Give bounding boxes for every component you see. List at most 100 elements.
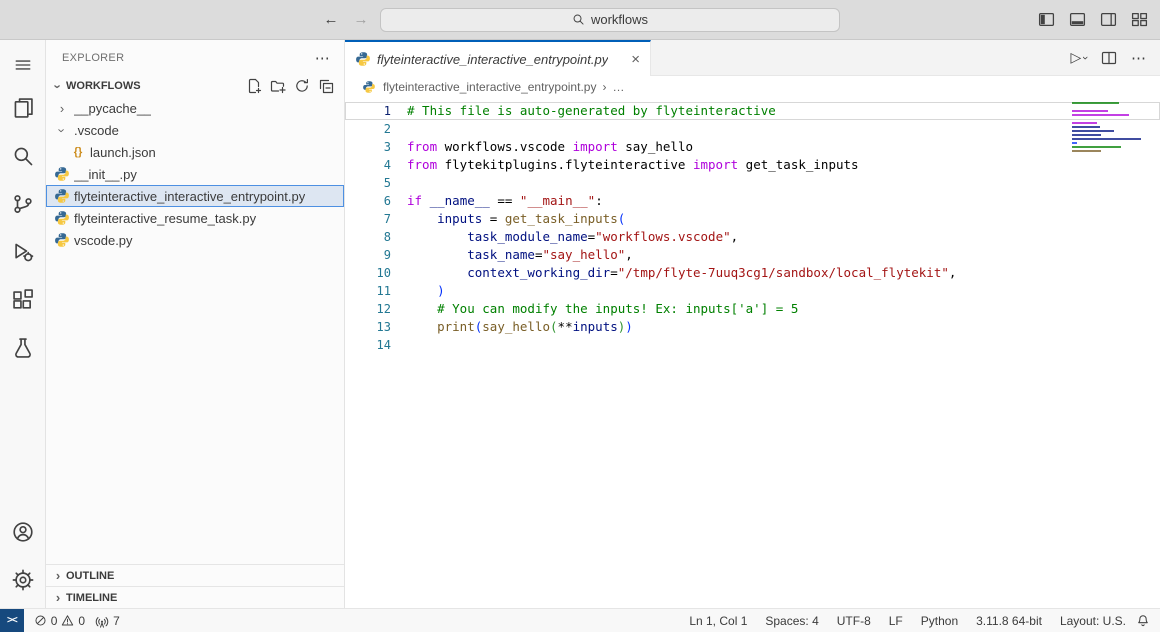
tree-item-label: launch.json xyxy=(90,145,156,160)
tree-item-label: flyteinteractive_interactive_entrypoint.… xyxy=(74,189,305,204)
chevron-right-icon: › xyxy=(60,101,64,116)
line-number: 1 xyxy=(345,102,391,120)
breadcrumb-more[interactable]: … xyxy=(612,80,624,94)
extensions-activity-button[interactable] xyxy=(0,276,46,324)
indentation-indicator[interactable]: Spaces: 4 xyxy=(765,614,818,628)
tree-item-flyteinteractive-interactive-entrypoint-py[interactable]: flyteinteractive_interactive_entrypoint.… xyxy=(46,185,344,207)
run-debug-icon xyxy=(12,241,34,263)
tree-item--pycache-[interactable]: › __pycache__ xyxy=(46,97,344,119)
close-tab-icon[interactable]: × xyxy=(631,51,640,68)
explorer-sidebar: EXPLORER ⋯ › WORKFLOWS ›__pycache__›.vsc… xyxy=(46,40,345,608)
more-actions-icon[interactable]: ⋯ xyxy=(1131,49,1146,67)
minimap[interactable] xyxy=(1072,102,1146,158)
toggle-secondary-sidebar-icon[interactable] xyxy=(1100,11,1117,28)
eol-indicator[interactable]: LF xyxy=(889,614,903,628)
history-forward-button[interactable]: → xyxy=(350,11,372,28)
extensions-icon xyxy=(12,289,34,311)
python-file-icon xyxy=(54,210,70,226)
language-mode-indicator[interactable]: Python xyxy=(921,614,958,628)
source-control-activity-button[interactable] xyxy=(0,180,46,228)
collapse-all-icon[interactable] xyxy=(318,78,334,94)
toggle-primary-sidebar-icon[interactable] xyxy=(1038,11,1055,28)
python-interpreter-indicator[interactable]: 3.11.8 64-bit xyxy=(976,614,1042,628)
tree-item-label: __init__.py xyxy=(74,167,137,182)
python-file-icon xyxy=(54,232,70,248)
python-file-icon xyxy=(54,188,70,204)
workflows-section-header[interactable]: › WORKFLOWS xyxy=(46,75,344,97)
vscode-window: ← → workflows EXPLORER ⋯ › WORKFLOWS xyxy=(0,0,1160,632)
ports-indicator[interactable]: 7 xyxy=(95,614,120,628)
settings-gear-button[interactable] xyxy=(0,556,46,604)
code-line-5: 5 xyxy=(345,174,1160,192)
tree-item-launch-json[interactable]: {} launch.json xyxy=(46,141,344,163)
error-circle-icon xyxy=(34,614,47,627)
encoding-indicator[interactable]: UTF-8 xyxy=(837,614,871,628)
editor-group: flyteinteractive_interactive_entrypoint.… xyxy=(345,40,1160,608)
menu-activity-button[interactable] xyxy=(0,46,46,84)
search-activity-button[interactable] xyxy=(0,132,46,180)
code-line-3: 3from workflows.vscode import say_hello xyxy=(345,138,1160,156)
tree-item-label: flyteinteractive_resume_task.py xyxy=(74,211,256,226)
code-line-1: 1# This file is auto-generated by flytei… xyxy=(345,102,1160,120)
file-tree: › __pycache__ ›.vscode {} launch.json __init_… xyxy=(46,97,344,251)
status-bar: >< 0 0 7 Ln 1, Col 1 Spaces: 4 UTF-8 LF Pyth… xyxy=(0,608,1160,632)
run-debug-activity-button[interactable] xyxy=(0,228,46,276)
new-folder-icon[interactable] xyxy=(270,78,286,94)
line-number: 10 xyxy=(345,264,391,282)
tree-item--init-py[interactable]: __init__.py xyxy=(46,163,344,185)
chevron-down-icon: › xyxy=(55,128,70,132)
command-center-search[interactable]: workflows xyxy=(380,8,840,32)
notifications-bell-icon[interactable] xyxy=(1136,614,1160,628)
code-line-4: 4from flytekitplugins.flyteinteractive i… xyxy=(345,156,1160,174)
problems-indicator[interactable]: 0 0 xyxy=(34,614,85,628)
customize-layout-icon[interactable] xyxy=(1131,11,1148,28)
tree-item--vscode[interactable]: ›.vscode xyxy=(46,119,344,141)
line-number: 14 xyxy=(345,336,391,354)
explorer-activity-button[interactable] xyxy=(0,84,46,132)
outline-section-header[interactable]: › OUTLINE xyxy=(46,564,344,586)
split-editor-icon[interactable] xyxy=(1101,50,1117,66)
error-count: 0 xyxy=(51,614,58,628)
code-line-13: 13 print(say_hello(**inputs)) xyxy=(345,318,1160,336)
code-editor[interactable]: 1# This file is auto-generated by flytei… xyxy=(345,98,1160,608)
tree-item-flyteinteractive-resume-task-py[interactable]: flyteinteractive_resume_task.py xyxy=(46,207,344,229)
toggle-panel-icon[interactable] xyxy=(1069,11,1086,28)
python-file-icon xyxy=(54,166,70,182)
warning-count: 0 xyxy=(78,614,85,628)
warning-triangle-icon xyxy=(61,614,74,627)
history-back-button[interactable]: ← xyxy=(320,11,342,28)
tree-item-vscode-py[interactable]: vscode.py xyxy=(46,229,344,251)
cursor-position-indicator[interactable]: Ln 1, Col 1 xyxy=(689,614,747,628)
tab-flyteinteractive-interactive-entrypoint[interactable]: flyteinteractive_interactive_entrypoint.… xyxy=(345,40,651,76)
account-button[interactable] xyxy=(0,508,46,556)
run-python-file-button[interactable]: ▷ › xyxy=(1071,49,1087,66)
breadcrumb-file[interactable]: flyteinteractive_interactive_entrypoint.… xyxy=(383,80,596,94)
command-center-text: workflows xyxy=(591,12,648,27)
testing-activity-button[interactable] xyxy=(0,324,46,372)
radio-tower-icon xyxy=(95,614,109,628)
code-line-10: 10 context_working_dir="/tmp/flyte-7uuq3… xyxy=(345,264,1160,282)
line-number: 3 xyxy=(345,138,391,156)
tree-item-label: __pycache__ xyxy=(74,101,151,116)
search-icon xyxy=(572,13,585,26)
line-number: 11 xyxy=(345,282,391,300)
code-line-9: 9 task_name="say_hello", xyxy=(345,246,1160,264)
line-number: 4 xyxy=(345,156,391,174)
views-and-more-actions-button[interactable]: ⋯ xyxy=(315,49,330,67)
line-number: 5 xyxy=(345,174,391,192)
code-line-11: 11 ) xyxy=(345,282,1160,300)
new-file-icon[interactable] xyxy=(246,78,262,94)
timeline-section-header[interactable]: › TIMELINE xyxy=(46,586,344,608)
line-number: 6 xyxy=(345,192,391,210)
code-line-2: 2 xyxy=(345,120,1160,138)
remote-indicator[interactable]: >< xyxy=(0,609,24,632)
search-icon xyxy=(12,145,34,167)
keyboard-layout-indicator[interactable]: Layout: U.S. xyxy=(1060,614,1126,628)
tree-item-label: vscode.py xyxy=(74,233,133,248)
code-line-6: 6if __name__ == "__main__": xyxy=(345,192,1160,210)
refresh-icon[interactable] xyxy=(294,78,310,94)
settings-gear-icon xyxy=(12,569,34,591)
json-braces-icon: {} xyxy=(74,146,83,158)
menu-icon xyxy=(14,56,32,74)
code-line-12: 12 # You can modify the inputs! Ex: inpu… xyxy=(345,300,1160,318)
